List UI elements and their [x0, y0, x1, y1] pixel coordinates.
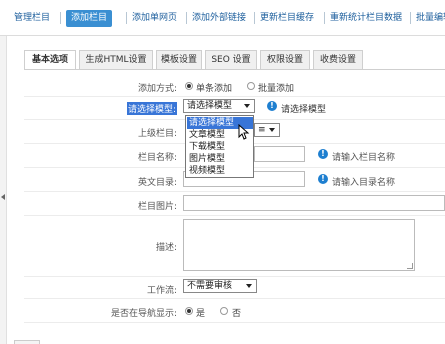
resize-grip-icon[interactable]	[407, 263, 413, 269]
row-divider	[24, 191, 445, 192]
info-icon: !	[318, 149, 328, 159]
model-label: 请选择模型:	[126, 102, 177, 115]
row-divider	[24, 322, 445, 323]
nav-separator	[254, 12, 255, 24]
nav-separator	[324, 12, 325, 24]
english-dir-hint: 请输入目录名称	[332, 178, 396, 188]
chevron-down-icon	[269, 128, 275, 132]
radio-show-no[interactable]	[220, 307, 228, 315]
tab-template-settings[interactable]: 模板设置	[156, 50, 202, 69]
nav-recount-data[interactable]: 重新统计栏目数据	[330, 10, 402, 27]
english-dir-label: 英文目录:	[137, 178, 177, 188]
row-divider	[24, 298, 445, 299]
description-label: 描述:	[155, 243, 177, 253]
info-icon: !	[318, 174, 328, 184]
model-select[interactable]: 请选择模型	[183, 99, 255, 113]
info-icon: !	[267, 101, 277, 111]
show-in-nav-label: 是否在导航显示:	[110, 309, 177, 319]
column-image-input[interactable]	[183, 195, 445, 211]
workflow-label: 工作流:	[146, 286, 177, 296]
row-divider	[24, 96, 445, 97]
tab-permission-settings[interactable]: 权限设置	[260, 50, 310, 69]
chevron-down-icon	[244, 104, 250, 108]
row-divider	[24, 276, 445, 277]
model-option[interactable]: 视频模型	[187, 165, 253, 177]
column-name-label: 栏目名称:	[137, 153, 177, 163]
parent-column-value: ≡	[258, 125, 266, 135]
tab-underline	[24, 69, 445, 70]
workflow-select-value: 不需要审核	[187, 281, 233, 291]
tab-html-settings[interactable]: 生成HTML设置	[79, 50, 153, 69]
add-mode-label: 添加方式:	[137, 84, 177, 94]
collapse-arrow-icon[interactable]	[1, 194, 5, 200]
radio-single-add[interactable]	[185, 82, 193, 90]
tab-seo-settings[interactable]: SEO 设置	[205, 50, 257, 69]
mouse-cursor-icon	[238, 124, 250, 140]
nav-separator	[186, 12, 187, 24]
nav-separator	[126, 12, 127, 24]
nav-add-single-page[interactable]: 添加单网页	[132, 10, 177, 27]
column-image-label: 栏目图片:	[137, 202, 177, 212]
tab-charge-settings[interactable]: 收费设置	[313, 50, 363, 69]
radio-show-yes[interactable]	[185, 307, 193, 315]
chevron-down-icon	[246, 284, 252, 288]
radio-show-no-label[interactable]: 否	[232, 306, 241, 319]
nav-separator	[60, 12, 61, 24]
radio-batch-add[interactable]	[247, 82, 255, 90]
nav-add-column[interactable]: 添加栏目	[66, 10, 113, 27]
nav-separator	[410, 12, 411, 24]
model-option[interactable]: 图片模型	[187, 153, 253, 165]
tab-basic-options[interactable]: 基本选项	[24, 50, 76, 70]
nav-manage-columns[interactable]: 管理栏目	[14, 10, 50, 27]
nav-add-external-link[interactable]: 添加外部链接	[192, 10, 246, 27]
nav-update-cache[interactable]: 更新栏目缓存	[260, 10, 314, 27]
parent-column-select[interactable]: ≡	[254, 123, 280, 137]
nav-batch-edit[interactable]: 批量编辑	[416, 10, 445, 27]
model-option[interactable]: 下载模型	[187, 141, 253, 153]
top-nav: 管理栏目 添加栏目 添加单网页 添加外部链接 更新栏目缓存 重新统计栏目数据 批…	[0, 0, 445, 36]
sidebar-toggle-strip[interactable]	[0, 36, 7, 344]
model-select-value: 请选择模型	[187, 101, 233, 111]
column-name-hint: 请输入栏目名称	[332, 153, 396, 163]
workflow-select[interactable]: 不需要审核	[183, 279, 257, 293]
radio-show-yes-label[interactable]: 是	[196, 306, 205, 319]
parent-column-label: 上级栏目:	[137, 129, 177, 139]
radio-batch-add-label[interactable]: 批量添加	[258, 81, 294, 94]
description-textarea[interactable]	[183, 219, 415, 271]
radio-single-add-label[interactable]: 单条添加	[196, 81, 232, 94]
submit-button[interactable]	[14, 340, 40, 344]
column-name-input[interactable]	[254, 146, 305, 162]
row-divider	[24, 215, 445, 216]
model-hint: 请选择模型	[281, 105, 327, 115]
